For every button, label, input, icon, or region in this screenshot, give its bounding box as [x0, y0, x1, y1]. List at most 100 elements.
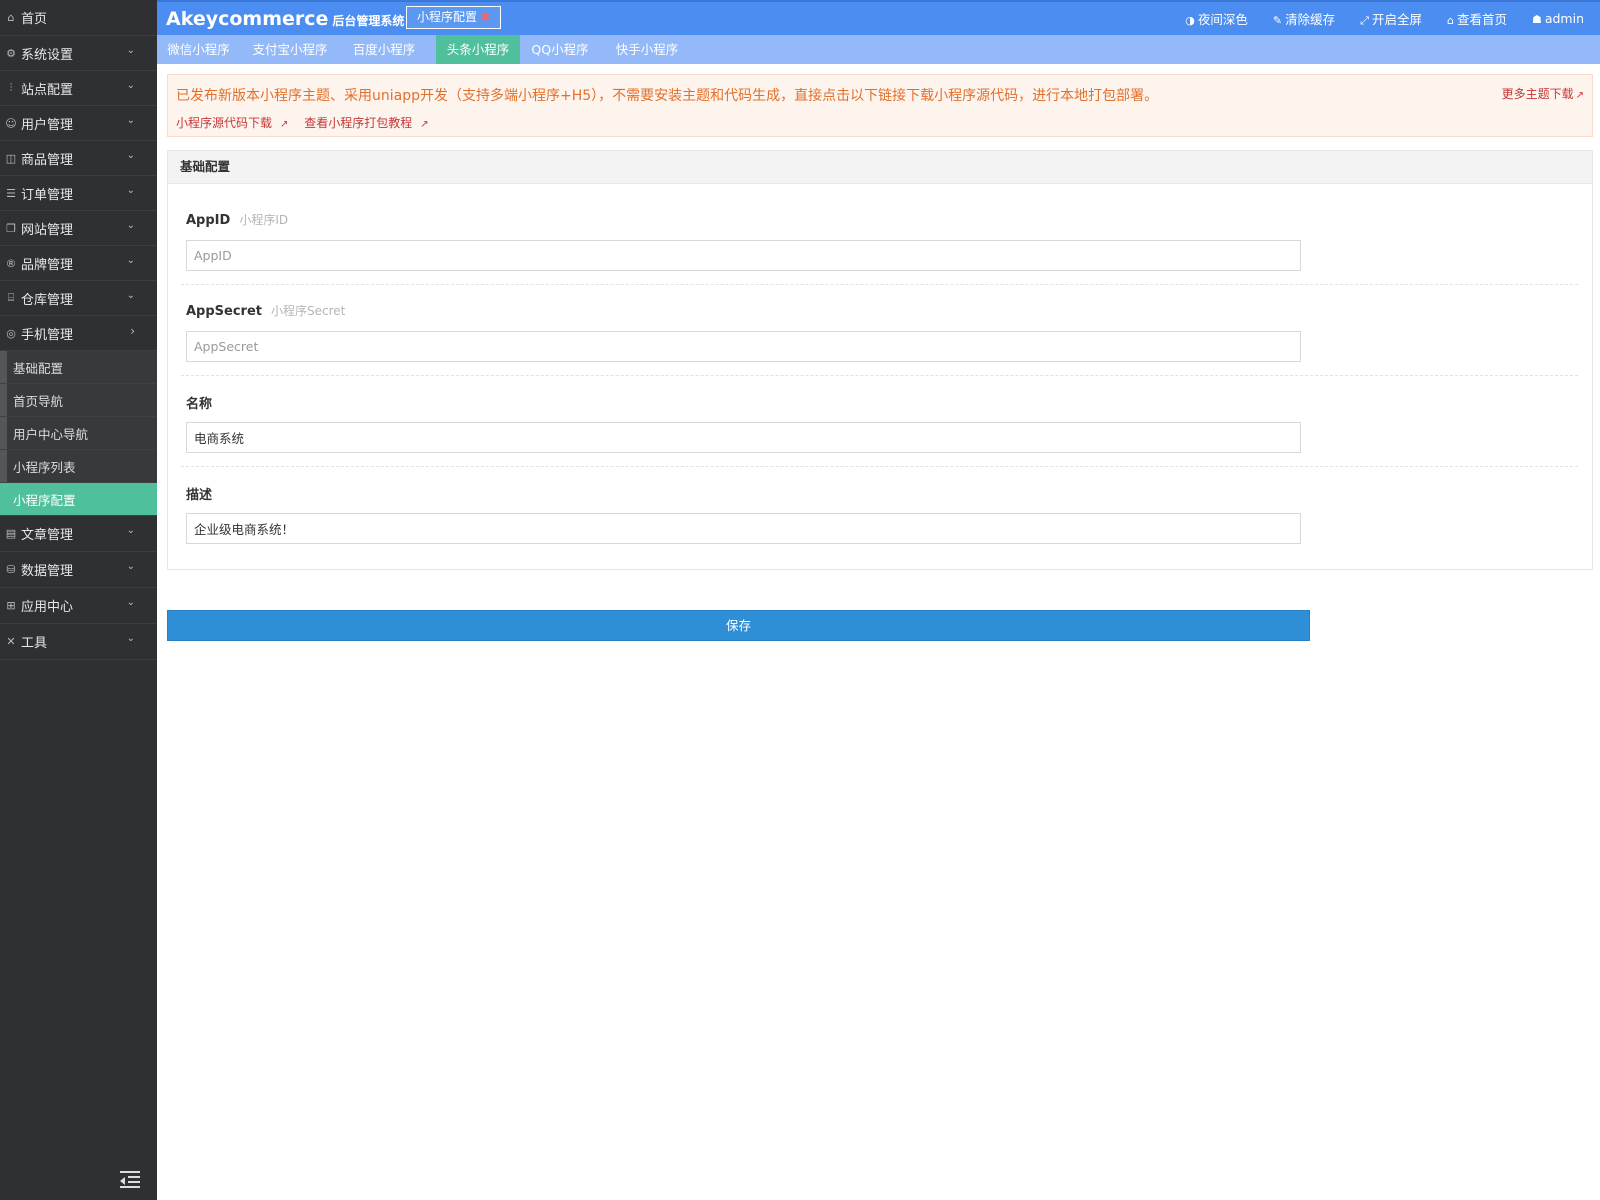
name-group: 名称: [181, 393, 1581, 453]
tab-alipay[interactable]: 支付宝小程序: [240, 35, 340, 64]
fullscreen-button[interactable]: ⤢ 开启全屏: [1360, 9, 1422, 28]
sidebar-item-orders[interactable]: ☰ 订单管理 ⌄: [0, 176, 157, 211]
chevron-down-icon: ⌄: [126, 115, 135, 126]
browser-icon: ❐: [6, 221, 16, 235]
sidebar-item-label: 应用中心: [21, 600, 74, 615]
user-icon: ☺: [5, 116, 17, 130]
database-icon: ⛁: [6, 563, 16, 576]
description-input[interactable]: [186, 513, 1301, 544]
sidebar-subitem-user-center-nav[interactable]: 用户中心导航: [0, 417, 157, 450]
divider: [181, 466, 1578, 467]
sidebar-item-label: 数据管理: [21, 564, 74, 579]
notice-banner: 已发布新版本小程序主题、采用uniapp开发（支持多端小程序+H5），不需要安装…: [167, 74, 1593, 137]
chevron-down-icon: ⌄: [126, 185, 135, 196]
appsecret-input[interactable]: [186, 331, 1301, 362]
sidebar-item-label: 系统设置: [21, 47, 74, 63]
close-icon[interactable]: ✖: [480, 10, 490, 24]
sidebar-item-tools[interactable]: ✕ 工具 ⌄: [0, 624, 157, 660]
apps-icon: ⊞: [6, 599, 16, 612]
list-icon: ☰: [6, 186, 16, 200]
sidebar-subitem-miniapp-config[interactable]: 小程序配置: [0, 483, 157, 516]
sidebar-item-warehouse[interactable]: ⌸ 仓库管理 ⌄: [0, 281, 157, 316]
tab-baidu[interactable]: 百度小程序: [340, 35, 428, 64]
sidebar-item-website[interactable]: ❐ 网站管理 ⌄: [0, 211, 157, 246]
appid-input[interactable]: [186, 240, 1301, 271]
night-mode-button[interactable]: ◑ 夜间深色: [1185, 9, 1248, 28]
brand-name: Akeycommerce: [166, 8, 329, 30]
chevron-right-icon: ›: [130, 324, 135, 338]
home-icon: ⌂: [7, 11, 15, 24]
sidebar-item-apps[interactable]: ⊞ 应用中心 ⌄: [0, 588, 157, 624]
sidebar-item-label: 站点配置: [21, 82, 74, 98]
tools-icon: ✕: [6, 635, 16, 648]
save-button[interactable]: 保存: [167, 610, 1310, 641]
clear-cache-label: 清除缓存: [1285, 12, 1336, 27]
chevron-down-icon: ⌄: [126, 525, 135, 536]
appsecret-group: AppSecret 小程序Secret: [181, 302, 1581, 362]
user-menu[interactable]: ☗ admin: [1532, 11, 1584, 26]
packaging-tutorial-link[interactable]: 查看小程序打包教程 ↗: [304, 116, 434, 130]
expand-icon: ⤢: [1360, 14, 1369, 27]
appid-label: AppID 小程序ID: [186, 213, 288, 228]
open-page-tab-label: 小程序配置: [417, 10, 478, 24]
tab-toutiao[interactable]: 头条小程序: [436, 35, 520, 64]
chevron-down-icon: ⌄: [126, 290, 135, 301]
sidebar-item-users[interactable]: ☺ 用户管理 ⌄: [0, 106, 157, 141]
external-link-icon: ↗: [420, 119, 429, 130]
description-label: 描述: [186, 488, 213, 503]
source-download-link[interactable]: 小程序源代码下载 ↗: [176, 116, 294, 130]
sidebar-item-label: 仓库管理: [21, 292, 74, 308]
sidebar-subitem-miniapp-list[interactable]: 小程序列表: [0, 450, 157, 483]
chevron-down-icon: ⌄: [126, 255, 135, 266]
chevron-down-icon: ⌄: [126, 80, 135, 91]
sidebar-subitem-basic-config[interactable]: 基础配置: [0, 351, 157, 384]
sidebar: ⌂ 首页 ⚙ 系统设置 ⌄ ⫶ 站点配置 ⌄ ☺ 用户管理 ⌄ ◫ 商品管理 ⌄…: [0, 0, 157, 1200]
sidebar-subitem-label: 小程序配置: [13, 492, 76, 508]
divider: [181, 375, 1578, 376]
chevron-down-icon: ⌄: [126, 45, 135, 56]
night-mode-label: 夜间深色: [1197, 12, 1248, 27]
sidebar-item-system-settings[interactable]: ⚙ 系统设置 ⌄: [0, 36, 157, 71]
user-name: admin: [1544, 11, 1584, 26]
config-form-panel: 基础配置 AppID 小程序ID AppSecret 小程序Secret 名称 描述: [167, 150, 1593, 570]
bag-icon: ◫: [5, 151, 17, 165]
sidebar-item-articles[interactable]: ▤ 文章管理 ⌄: [0, 516, 157, 552]
sidebar-subitem-home-nav[interactable]: 首页导航: [0, 384, 157, 417]
name-label: 名称: [186, 397, 213, 412]
appid-label-text: AppID: [186, 213, 231, 228]
sidebar-item-label: 首页: [21, 12, 48, 27]
fullscreen-label: 开启全屏: [1371, 12, 1422, 27]
sliders-icon: ⫶: [9, 81, 13, 94]
panel-title: 基础配置: [168, 151, 1592, 184]
view-home-button[interactable]: ⌂ 查看首页: [1447, 9, 1507, 28]
sidebar-item-label: 手机管理: [21, 327, 74, 343]
clear-cache-button[interactable]: ✎ 清除缓存: [1273, 9, 1335, 28]
appsecret-label: AppSecret 小程序Secret: [186, 304, 345, 319]
sidebar-item-data[interactable]: ⛁ 数据管理 ⌄: [0, 552, 157, 588]
top-header: Akeycommerce 后台管理系统 小程序配置 ✖ ◑ 夜间深色 ✎ 清除缓存 ⤢ 开…: [157, 0, 1600, 35]
sidebar-item-products[interactable]: ◫ 商品管理 ⌄: [0, 141, 157, 176]
more-themes-link[interactable]: 更多主题下载 ↗: [1502, 85, 1584, 102]
sidebar-item-brands[interactable]: ® 品牌管理 ⌄: [0, 246, 157, 281]
sidebar-item-site-config[interactable]: ⫶ 站点配置 ⌄: [0, 71, 157, 106]
sidebar-item-label: 网站管理: [21, 222, 74, 238]
external-link-icon: ↗: [1575, 90, 1584, 101]
sidebar-item-label: 工具: [21, 636, 48, 651]
sidebar-item-mobile[interactable]: ◎ 手机管理 ›: [0, 316, 157, 351]
appsecret-hint: 小程序Secret: [271, 304, 346, 318]
sidebar-item-home[interactable]: ⌂ 首页: [0, 0, 157, 36]
packaging-tutorial-label: 查看小程序打包教程: [304, 116, 413, 130]
tab-kuaishou[interactable]: 快手小程序: [603, 35, 691, 64]
open-page-tab[interactable]: 小程序配置 ✖: [406, 6, 502, 29]
name-input[interactable]: [186, 422, 1301, 453]
tab-wechat[interactable]: 微信小程序: [157, 35, 240, 64]
sidebar-item-label: 文章管理: [21, 528, 74, 543]
sidebar-subitem-label: 小程序列表: [13, 459, 76, 475]
sidebar-collapse-icon[interactable]: [120, 1168, 140, 1188]
user-icon: ☗: [1531, 13, 1542, 26]
chevron-down-icon: ⌄: [126, 220, 135, 231]
notice-message: 已发布新版本小程序主题、采用uniapp开发（支持多端小程序+H5），不需要安装…: [176, 88, 1159, 104]
sidebar-subitem-label: 首页导航: [13, 393, 64, 409]
tab-qq[interactable]: QQ小程序: [520, 35, 600, 64]
header-tools: ◑ 夜间深色 ✎ 清除缓存 ⤢ 开启全屏 ⌂ 查看首页 ☗ admin: [1160, 2, 1584, 35]
